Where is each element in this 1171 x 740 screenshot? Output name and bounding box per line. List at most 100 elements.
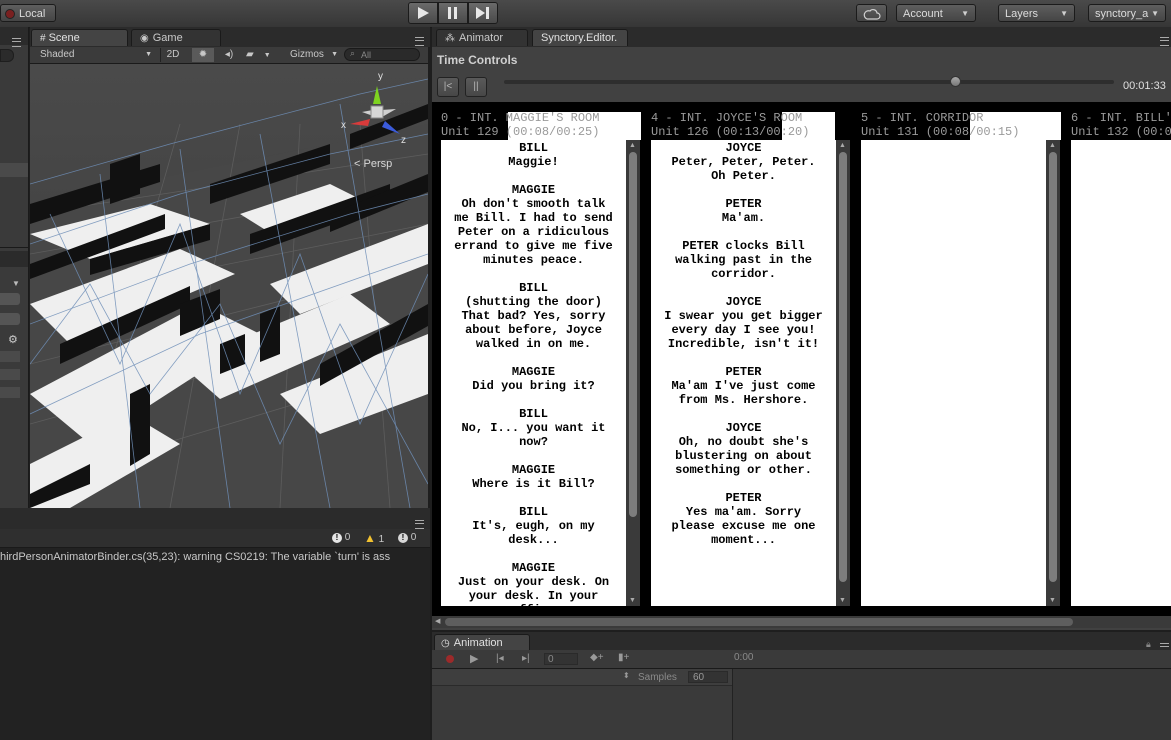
animation-tabstrip — [432, 632, 1171, 650]
scrollbar-thumb[interactable] — [1049, 152, 1057, 582]
script-text — [861, 140, 1046, 141]
gizmos-dropdown[interactable]: Gizmos ▼ — [290, 48, 342, 62]
tab-synctory-label: Synctory.Editor. — [541, 32, 618, 44]
tab-animation-label: Animation — [453, 637, 503, 649]
console-message-row[interactable]: hirdPersonAnimatorBinder.cs(35,23): warn… — [0, 550, 430, 564]
previous-key-icon[interactable]: |◂ — [496, 653, 504, 664]
tab-animation[interactable]: ◷ Animation — [434, 634, 530, 651]
animation-properties[interactable]: ⬍ Samples 60 — [432, 669, 733, 740]
frame-field[interactable]: 0 — [544, 653, 578, 665]
pause-timeline-button[interactable]: || — [465, 77, 487, 97]
error-icon: ! — [398, 533, 408, 543]
column-heading-unit: Unit 131 (00:08/00:15) — [861, 125, 1020, 139]
column-script-body[interactable] — [1071, 140, 1171, 606]
column-script-body[interactable] — [861, 140, 1046, 606]
search-field-edge[interactable] — [0, 49, 14, 62]
lock-icon[interactable]: 🔒︎ — [1146, 639, 1151, 650]
speaker-icon: ◂) — [224, 49, 234, 60]
timeline-scrub-handle[interactable] — [949, 76, 961, 87]
timeline-scrubber[interactable] — [504, 80, 1114, 84]
horizontal-scrollbar-thumb[interactable] — [445, 618, 1073, 626]
play-button[interactable] — [408, 2, 438, 24]
divider — [0, 247, 28, 248]
cloud-icon — [863, 9, 881, 20]
tab-animator[interactable]: ⁂ Animator — [436, 29, 528, 46]
script-column[interactable]: 6 - INT. BILL'S ROOM Unit 132 (00:08 — [1062, 102, 1171, 606]
search-icon: ⌕ — [350, 48, 356, 58]
scrollbar-thumb[interactable] — [839, 152, 847, 582]
script-column[interactable]: 4 - INT. JOYCE'S ROOM Unit 126 (00:13/00… — [642, 102, 850, 606]
field-stub[interactable] — [0, 313, 20, 325]
chevron-down-icon[interactable]: ▼ — [12, 279, 20, 288]
step-button[interactable] — [468, 2, 498, 24]
tab-game[interactable]: ◉ Game — [131, 29, 221, 46]
field-stub[interactable] — [0, 387, 20, 398]
layout-dropdown[interactable]: synctory_a ▼ — [1088, 4, 1166, 22]
axis-x-label: x — [341, 120, 346, 131]
field-stub[interactable] — [0, 351, 20, 362]
play-icon — [418, 7, 429, 19]
audio-toggle[interactable]: ◂) — [220, 48, 238, 62]
console-log-area[interactable] — [0, 548, 430, 740]
timeline-time-label: 0:00 — [734, 652, 754, 663]
chevron-left-icon: ◀ — [435, 618, 441, 625]
rewind-button[interactable]: |< — [437, 77, 459, 97]
record-icon[interactable] — [446, 655, 454, 663]
animation-toolbar: ▶ |◂ ▸| 0 ◆+ ▮+ 0:00 — [432, 650, 1171, 669]
add-keyframe-icon[interactable]: ◆+ — [590, 652, 604, 663]
pause-button[interactable] — [438, 2, 468, 24]
column-script-body[interactable]: BILL Maggie! MAGGIE Oh don't smooth talk… — [441, 140, 626, 606]
info-count-toggle[interactable]: ! 0 — [398, 531, 416, 545]
script-text: JOYCE Peter, Peter, Peter. Oh Peter. PET… — [664, 141, 823, 547]
warning-count-toggle[interactable]: ▲ 1 — [364, 531, 384, 545]
tab-scene[interactable]: # Scene — [31, 29, 128, 46]
scrollbar-thumb[interactable] — [629, 152, 637, 517]
field-stub[interactable] — [0, 369, 20, 380]
pause-icon — [448, 7, 457, 19]
scene-search-field[interactable]: ⌕ All — [344, 48, 420, 61]
add-event-icon[interactable]: ▮+ — [618, 652, 629, 663]
script-columns-area: 0 - INT. MAGGIE'S ROOM Unit 129 (00:08/0… — [432, 102, 1171, 618]
inspector-tabstrip — [0, 251, 28, 267]
column-scrollbar[interactable]: ▲ ▼ — [836, 140, 850, 606]
panel-menu-icon[interactable] — [415, 520, 424, 529]
effects-dropdown[interactable]: ▰ ▼ — [246, 48, 276, 62]
samples-value: 60 — [693, 672, 705, 683]
lighting-toggle[interactable]: ✹ — [192, 48, 214, 62]
toggle-2d-button[interactable]: 2D — [160, 48, 185, 62]
chevron-down-icon: ▼ — [145, 51, 152, 58]
chevron-down-icon: ▼ — [263, 52, 271, 59]
cloud-button[interactable] — [856, 4, 887, 22]
info-bubble-icon: ! — [332, 533, 342, 543]
panel-menu-icon[interactable] — [415, 37, 424, 46]
selected-row[interactable] — [0, 163, 28, 177]
local-icon — [5, 9, 15, 19]
shading-dropdown[interactable]: Shaded ▼ — [40, 48, 152, 62]
panel-menu-icon[interactable] — [12, 38, 21, 47]
script-column[interactable]: 5 - INT. CORRIDOR Unit 131 (00:08/00:15)… — [852, 102, 1061, 606]
local-dropdown[interactable]: Local — [0, 4, 56, 22]
column-heading: 0 - INT. MAGGIE'S ROOM Unit 129 (00:08/0… — [441, 111, 641, 141]
samples-field[interactable]: 60 — [688, 671, 728, 683]
chevron-down-icon: ▼ — [1060, 9, 1068, 18]
dropdown-stub[interactable] — [0, 293, 20, 305]
column-scrollbar[interactable]: ▲ ▼ — [626, 140, 640, 606]
error-count-toggle[interactable]: ! 0 — [332, 531, 350, 545]
play-icon[interactable]: ▶ — [470, 652, 478, 665]
left-panel-strip: ▼ ⚙ — [0, 27, 29, 511]
column-script-body[interactable]: JOYCE Peter, Peter, Peter. Oh Peter. PET… — [651, 140, 836, 606]
layers-dropdown[interactable]: Layers ▼ — [998, 4, 1075, 22]
panel-menu-icon[interactable] — [1160, 37, 1169, 46]
next-key-icon[interactable]: ▸| — [522, 653, 530, 664]
script-column[interactable]: 0 - INT. MAGGIE'S ROOM Unit 129 (00:08/0… — [432, 102, 641, 606]
scene-viewport[interactable]: y x z < Persp — [30, 64, 428, 508]
persp-label[interactable]: < Persp — [354, 158, 392, 170]
axis-y-label: y — [378, 71, 383, 82]
account-dropdown[interactable]: Account ▼ — [896, 4, 976, 22]
chevron-updown-icon[interactable]: ⬍ — [623, 671, 630, 680]
column-scrollbar[interactable]: ▲ ▼ — [1046, 140, 1060, 606]
warning-count: 1 — [378, 534, 385, 545]
gear-icon[interactable]: ⚙ — [8, 333, 18, 346]
tab-synctory-editor[interactable]: Synctory.Editor. — [532, 29, 628, 46]
column-heading-unit: Unit 129 (00:08/00:25) — [441, 125, 600, 139]
